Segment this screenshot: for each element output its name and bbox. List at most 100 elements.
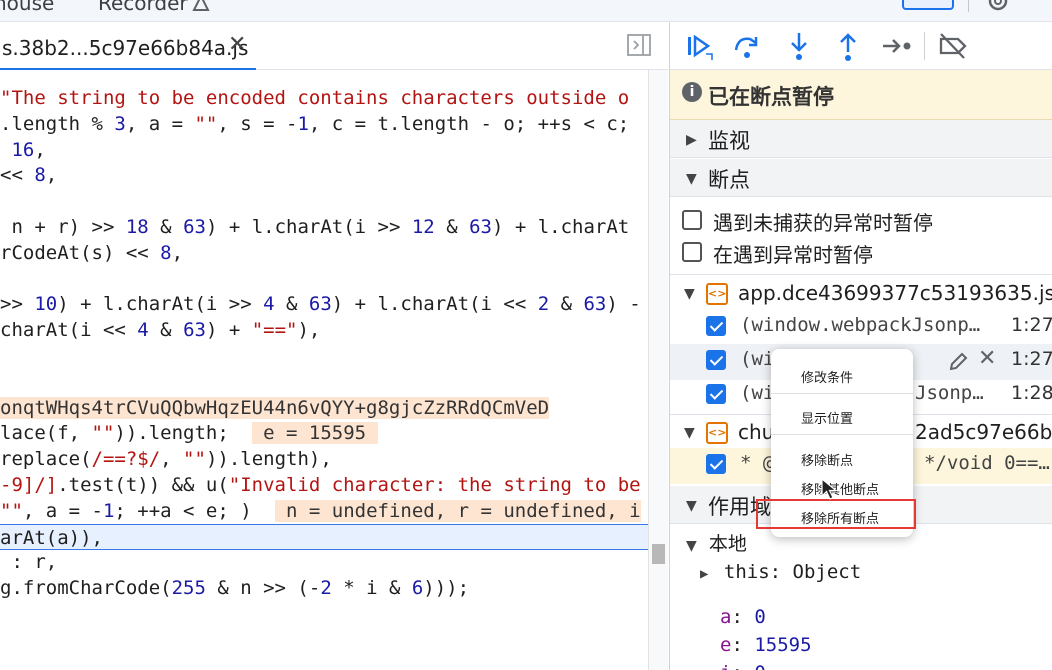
scope-key: i (720, 662, 731, 670)
code-line[interactable]: "The string to be encoded contains chara… (0, 85, 648, 111)
code-token: , (45, 164, 58, 186)
remove-breakpoint-icon[interactable]: ✕ (978, 346, 996, 371)
step-icon[interactable] (880, 30, 914, 62)
code-line[interactable]: g.fromCharCode(255 & n >> (-2 * i & 6)))… (0, 575, 648, 601)
code-token: 63 (183, 319, 206, 341)
code-line[interactable]: .length % 3, a = "", s = -1, c = t.lengt… (0, 111, 648, 137)
code-token: , (34, 139, 46, 161)
code-line[interactable]: n + r) >> 18 & 63) + l.charAt(i >> 12 & … (0, 214, 648, 240)
menu-item-remove-other-breakpoints[interactable]: 移除其他断点 (771, 471, 913, 501)
tab-lighthouse[interactable]: nouse (0, 0, 54, 15)
code-line[interactable]: << 8, (0, 162, 648, 188)
breakpoint-item[interactable]: (window.webpackJsonp… 1:274 (670, 310, 1052, 346)
breakpoint-line: 1:286 (1011, 382, 1052, 404)
breakpoints-label: 断点 (708, 168, 750, 192)
code-token: ))); (423, 577, 470, 599)
close-icon[interactable]: ✕ (228, 32, 246, 57)
scope-variable-row[interactable]: e: 15595 (720, 634, 812, 662)
pause-caught-option[interactable]: 在遇到异常时暂停 (670, 236, 1052, 268)
code-line-current[interactable]: arAt(a)), (0, 524, 648, 550)
code-line[interactable] (0, 343, 648, 369)
mouse-cursor-icon (821, 477, 838, 500)
tab-recorder[interactable]: Recorder (98, 0, 188, 15)
code-line[interactable] (0, 188, 648, 214)
code-line[interactable]: -9]/].test(t)) && u("Invalid character: … (0, 472, 648, 498)
menu-item-reveal-location[interactable]: 显示位置 (771, 400, 913, 430)
breakpoint-file-name: app.dce43699377c53193635.js (738, 281, 1052, 305)
deactivate-breakpoints-icon[interactable] (936, 30, 970, 62)
code-line[interactable]: >> 10) + l.charAt(i >> 4 & 63) + l.charA… (0, 291, 648, 317)
scope-variable-row[interactable]: a: 0 (720, 606, 766, 634)
code-line[interactable]: : r, (0, 549, 648, 575)
local-scope-header[interactable]: ▼ 本地 (686, 529, 747, 557)
code-token: 16 (0, 139, 35, 161)
inline-value: n = undefined, r = undefined, i (274, 500, 641, 522)
code-line[interactable]: lace(f, "")).length; e = 15595 (0, 420, 648, 446)
code-token: lace(f, (0, 422, 92, 444)
editor-file-tab[interactable]: s.38b2...5c97e66b84a.js ✕ (0, 22, 256, 70)
source-editor: s.38b2...5c97e66b84a.js ✕ "The string to… (0, 22, 668, 670)
expand-triangle-icon: ▶ (700, 566, 709, 582)
code-token: "Invalid character: the string to be (228, 474, 641, 496)
code-token: )).length; (114, 422, 252, 444)
step-over-icon[interactable] (730, 30, 764, 62)
scope-this-row[interactable]: ▶ this: Object (700, 561, 861, 589)
code-viewport[interactable]: "The string to be encoded contains chara… (0, 70, 648, 670)
breakpoint-file-group[interactable]: ▼ <> app.dce43699377c53193635.js (670, 277, 1052, 311)
toggle-sidebar-icon[interactable] (626, 33, 652, 57)
watch-section-header[interactable]: ▶ 监视 (670, 120, 1052, 158)
scope-value: 0 (754, 662, 765, 670)
code-token: 63 (183, 216, 206, 238)
js-file-icon: <> (706, 422, 728, 444)
menu-item-edit-condition[interactable]: 修改条件 (771, 359, 913, 389)
code-token: & (148, 319, 184, 341)
edit-pencil-icon[interactable] (947, 351, 969, 373)
code-line[interactable] (0, 266, 648, 292)
breakpoint-code: (wi (740, 382, 775, 404)
breakpoint-checkbox[interactable] (706, 350, 726, 370)
pause-uncaught-checkbox[interactable] (682, 210, 702, 230)
code-line[interactable] (0, 369, 648, 395)
resume-icon[interactable] (682, 30, 716, 62)
code-line[interactable]: onqtWHqs4trCVuQQbwHqzEU44n6vQYY+g8gjcZzR… (0, 395, 648, 421)
code-line[interactable]: rCodeAt(s) << 8, (0, 240, 648, 266)
step-out-icon[interactable] (831, 30, 865, 62)
code-line[interactable]: charAt(i << 4 & 63) + "=="), (0, 317, 648, 343)
code-token: ) + l.charAt (491, 216, 630, 238)
scrollbar-thumb[interactable] (652, 544, 665, 564)
editor-tab-bar: s.38b2...5c97e66b84a.js ✕ (0, 22, 668, 70)
breakpoint-checkbox[interactable] (706, 454, 726, 474)
menu-item-remove-breakpoint[interactable]: 移除断点 (771, 442, 913, 472)
divider (670, 274, 1052, 275)
breakpoint-checkbox[interactable] (706, 316, 726, 336)
scope-value: Object (792, 561, 862, 583)
local-scope-label: 本地 (708, 533, 747, 555)
breakpoint-code: (wi (740, 348, 775, 370)
breakpoint-file-name: chu (738, 420, 775, 444)
code-token: , a = - (22, 500, 103, 522)
code-line[interactable]: replace(/==?$/, "")).length), (0, 446, 648, 472)
code-token: "" (194, 113, 218, 135)
scope-variable-row[interactable]: i: 0 (720, 662, 766, 670)
code-line[interactable]: 16, (0, 137, 648, 163)
step-into-icon[interactable] (782, 30, 816, 62)
breakpoints-section-header[interactable]: ▼ 断点 (670, 159, 1052, 197)
editor-scrollbar[interactable] (648, 70, 668, 670)
pause-caught-label: 在遇到异常时暂停 (713, 243, 873, 267)
code-token: : r, (0, 551, 58, 573)
code-token: "" (91, 422, 115, 444)
pause-uncaught-option[interactable]: 遇到未捕获的异常时暂停 (670, 204, 1052, 236)
issues-badge[interactable] (902, 0, 954, 10)
scope-value: 0 (754, 606, 766, 628)
code-token: )).length), (205, 448, 332, 470)
red-highlight-annotation (756, 499, 916, 529)
code-line[interactable]: "", a = -1; ++a < e; ) n = undefined, r … (0, 498, 648, 524)
scope-colon: : (731, 634, 755, 656)
gear-icon[interactable] (985, 0, 1011, 14)
code-token: 4 (263, 293, 275, 315)
code-token: rCodeAt(s) << (0, 242, 161, 264)
breakpoint-code-tail: */void 0==… (924, 452, 1050, 474)
pause-caught-checkbox[interactable] (682, 242, 702, 262)
code-token: * i & (331, 577, 412, 599)
breakpoint-checkbox[interactable] (706, 384, 726, 404)
